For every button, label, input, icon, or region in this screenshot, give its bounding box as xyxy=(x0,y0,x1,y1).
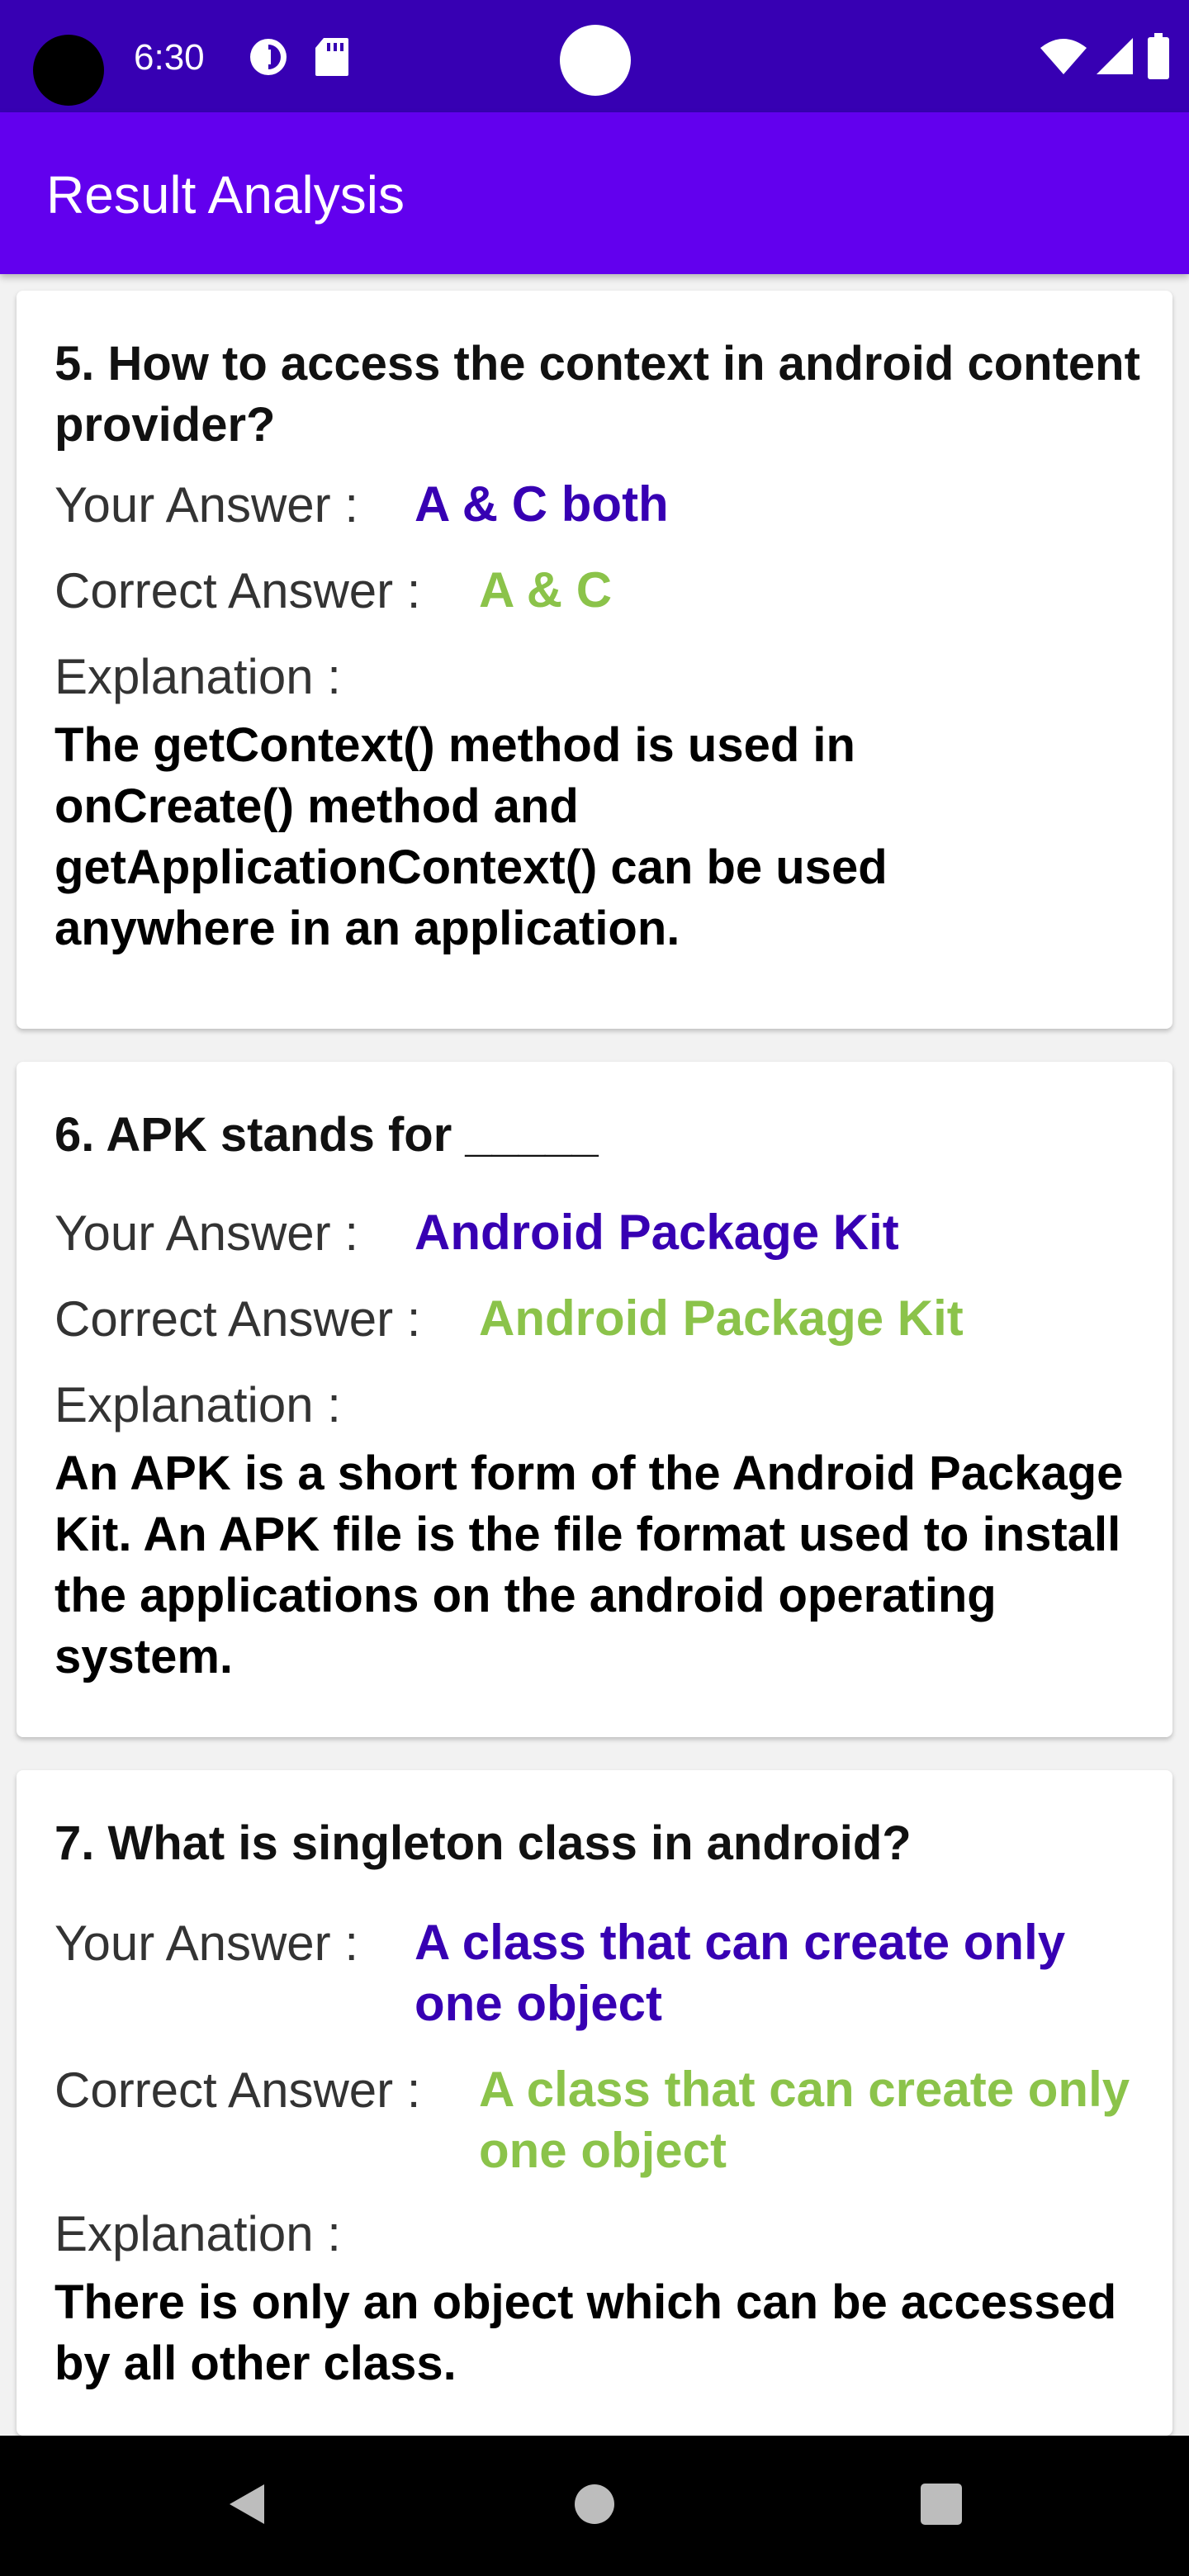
result-card: 7. What is singleton class in android? Y… xyxy=(17,1770,1172,2436)
front-camera-dot xyxy=(560,25,631,96)
correct-answer-value: A & C xyxy=(479,562,613,618)
camera-cutout xyxy=(33,35,104,106)
data-saver-icon xyxy=(248,36,289,82)
back-icon xyxy=(223,2479,272,2533)
home-icon xyxy=(573,2483,616,2530)
question-text: 6. APK stands for _____ xyxy=(54,1108,599,1162)
explanation-text: The getContext() method is used in onCre… xyxy=(54,718,888,955)
correct-answer-label: Correct Answer : xyxy=(54,563,421,618)
navigation-bar xyxy=(0,2436,1189,2576)
recents-button[interactable] xyxy=(859,2436,1024,2576)
sd-card-icon xyxy=(314,36,350,82)
your-answer-value: A class that can create only one object xyxy=(414,1915,1066,2031)
status-bar: 6:30 xyxy=(0,0,1189,112)
correct-answer-label: Correct Answer : xyxy=(54,1291,421,1347)
explanation-label: Explanation : xyxy=(54,2206,341,2261)
your-answer-label: Your Answer : xyxy=(54,1915,358,1971)
correct-answer-value: Android Package Kit xyxy=(479,1290,964,1346)
app-bar: Result Analysis xyxy=(0,112,1189,274)
your-answer-label: Your Answer : xyxy=(54,477,358,533)
explanation-text: There is only an object which can be acc… xyxy=(54,2275,1117,2390)
wifi-icon xyxy=(1039,38,1088,80)
correct-answer-label: Correct Answer : xyxy=(54,2062,421,2118)
your-answer-value: Android Package Kit xyxy=(414,1205,899,1260)
page-title: Result Analysis xyxy=(46,165,405,225)
signal-icon xyxy=(1095,36,1135,80)
result-card: 5. How to access the context in android … xyxy=(17,291,1172,1029)
explanation-label: Explanation : xyxy=(54,649,341,704)
recents-icon xyxy=(919,2482,964,2531)
your-answer-value: A & C both xyxy=(414,476,669,532)
status-time: 6:30 xyxy=(134,37,205,78)
correct-answer-value: A class that can create only one object xyxy=(479,2062,1130,2178)
result-card: 6. APK stands for _____ Your Answer : An… xyxy=(17,1062,1172,1737)
explanation-text: An APK is a short form of the Android Pa… xyxy=(54,1447,1124,1683)
back-button[interactable] xyxy=(165,2436,330,2576)
battery-icon xyxy=(1148,33,1169,83)
home-button[interactable] xyxy=(512,2436,677,2576)
your-answer-label: Your Answer : xyxy=(54,1205,358,1261)
explanation-label: Explanation : xyxy=(54,1377,341,1432)
question-text: 7. What is singleton class in android? xyxy=(54,1816,912,1870)
question-text: 5. How to access the context in android … xyxy=(54,337,1140,452)
